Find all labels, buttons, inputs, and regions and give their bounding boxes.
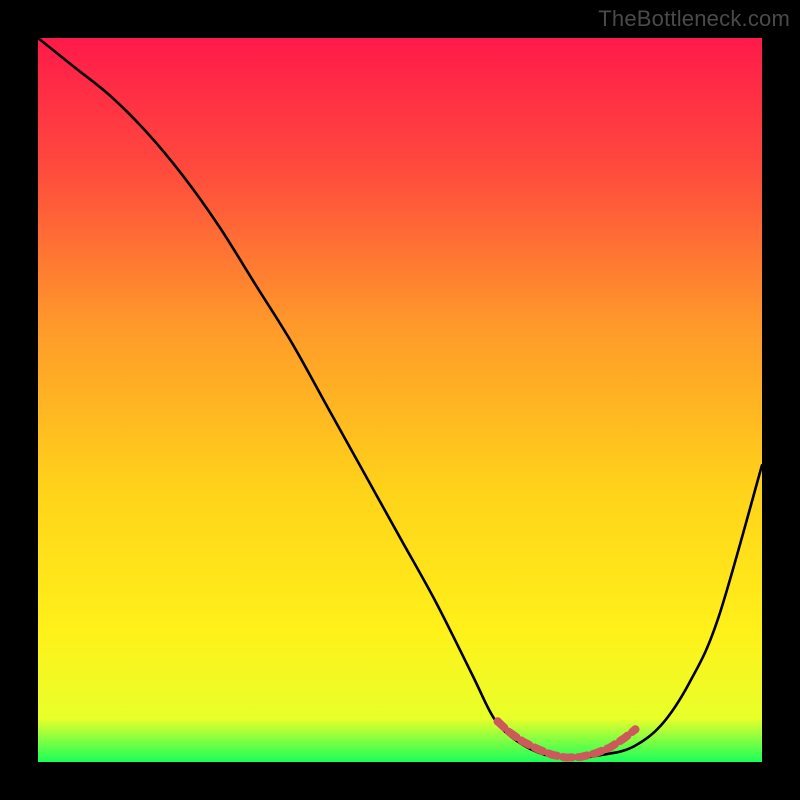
bottleneck-chart	[38, 38, 762, 762]
highlight-end-dot	[494, 717, 502, 725]
highlight-end-dot	[631, 725, 639, 733]
plot-background	[38, 38, 762, 762]
chart-svg	[38, 38, 762, 762]
chart-container: TheBottleneck.com	[0, 0, 800, 800]
watermark-text: TheBottleneck.com	[598, 6, 790, 32]
